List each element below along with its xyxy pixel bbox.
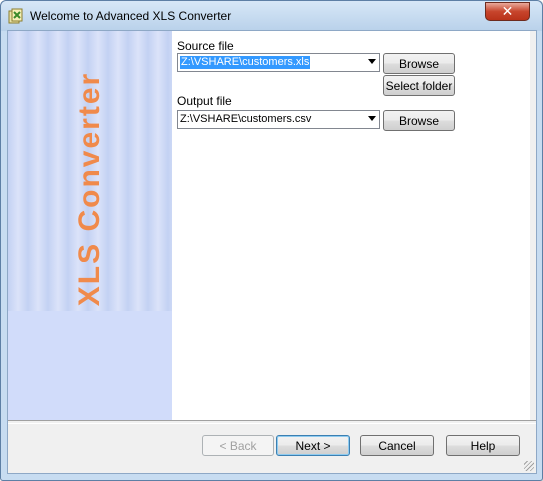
title-bar[interactable]: Welcome to Advanced XLS Converter ✕	[1, 1, 542, 31]
source-file-label: Source file	[177, 39, 234, 53]
app-logo-icon	[8, 8, 23, 24]
source-file-value: Z:\VSHARE\customers.xls	[180, 56, 311, 69]
output-browse-button[interactable]: Browse	[383, 110, 455, 131]
help-button[interactable]: Help	[446, 435, 520, 456]
resize-grip[interactable]	[524, 461, 534, 471]
close-icon: ✕	[501, 3, 514, 20]
close-button[interactable]: ✕	[485, 2, 530, 21]
wizard-content: Source file Z:\VSHARE\customers.xls Brow…	[172, 31, 530, 420]
window-title: Welcome to Advanced XLS Converter	[30, 9, 232, 23]
app-window: Welcome to Advanced XLS Converter ✕ XLS …	[0, 0, 543, 481]
output-file-label: Output file	[177, 94, 232, 108]
next-button[interactable]: Next >	[276, 435, 350, 456]
chevron-down-icon[interactable]	[368, 59, 376, 64]
source-browse-button[interactable]: Browse	[383, 53, 455, 74]
output-file-combo[interactable]: Z:\VSHARE\customers.csv	[177, 110, 380, 129]
source-file-combo[interactable]: Z:\VSHARE\customers.xls	[177, 53, 380, 72]
select-folder-button[interactable]: Select folder	[383, 75, 455, 96]
back-button[interactable]: < Back	[202, 435, 274, 456]
cancel-button[interactable]: Cancel	[360, 435, 434, 456]
side-banner-title: XLS Converter	[73, 71, 106, 307]
wizard-client-area: XLS Converter Source file Z:\VSHARE\cust…	[7, 30, 537, 474]
output-file-value: Z:\VSHARE\customers.csv	[180, 113, 312, 125]
footer-divider	[8, 420, 536, 424]
chevron-down-icon[interactable]	[368, 116, 376, 121]
side-banner: XLS Converter	[8, 31, 172, 420]
